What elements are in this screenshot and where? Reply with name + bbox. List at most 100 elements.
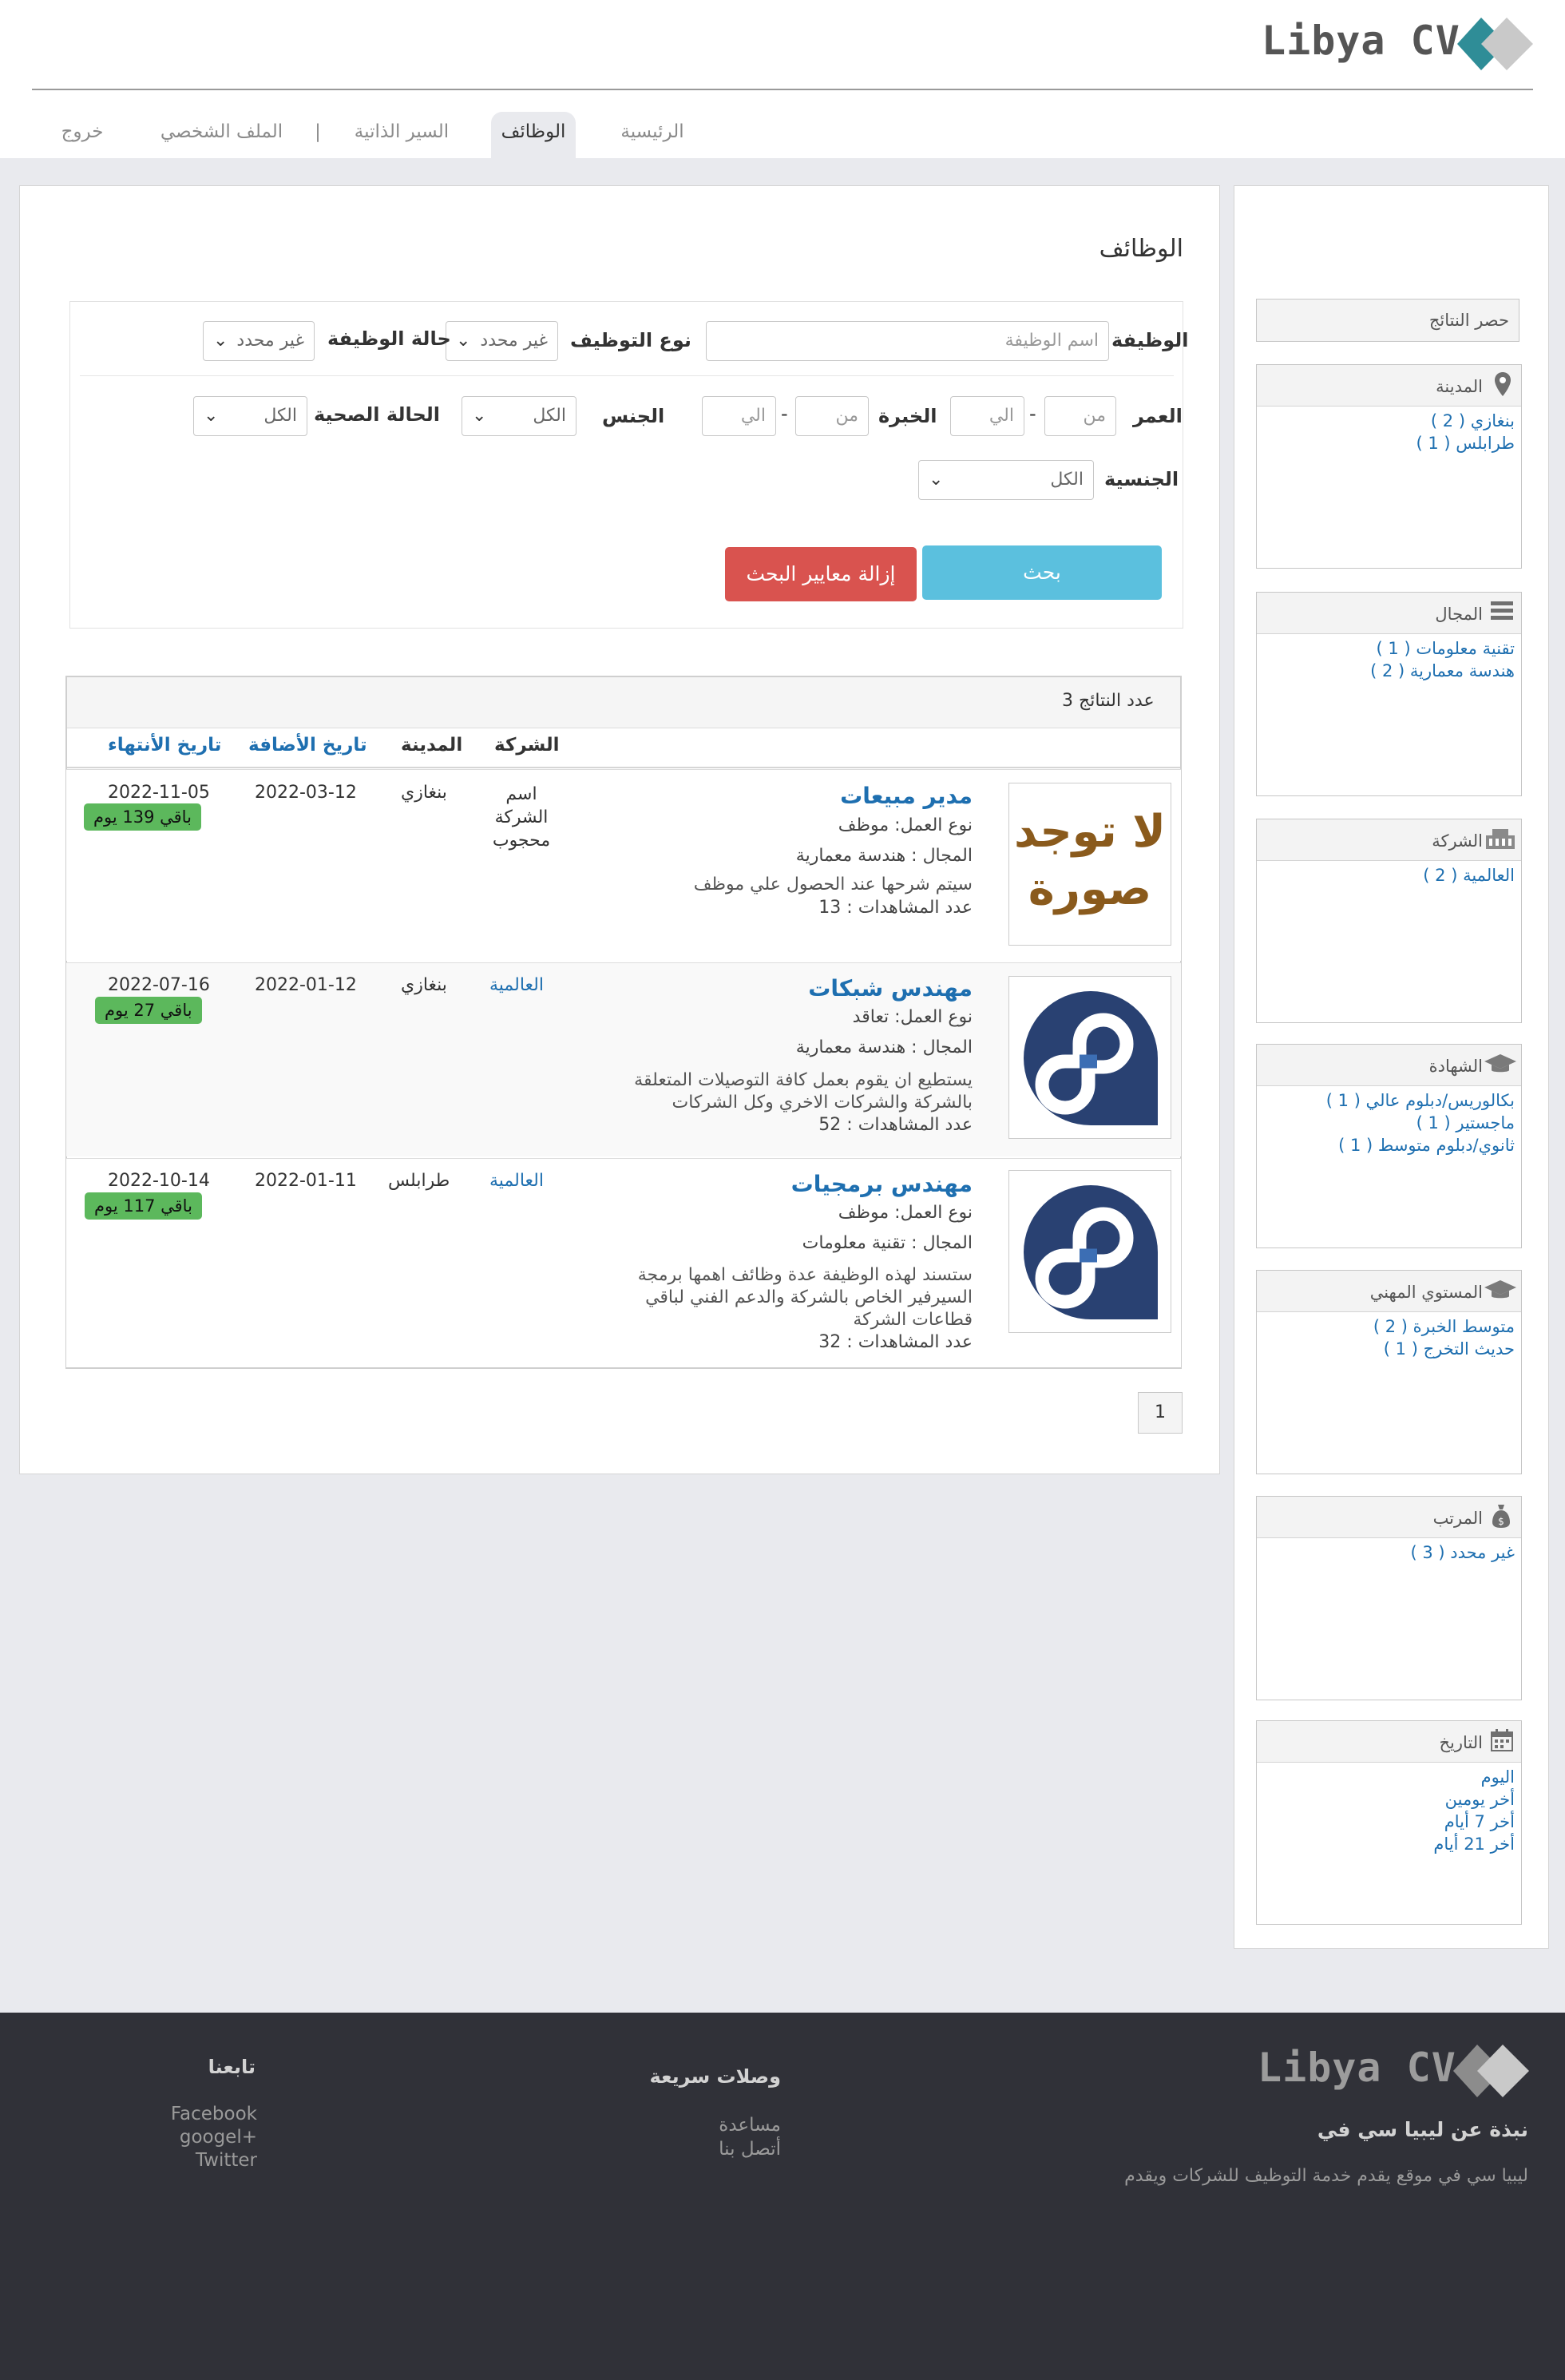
filter-date-item[interactable]: أخر 21 أيام: [1433, 1833, 1515, 1855]
nationality-value: الكل: [1050, 470, 1084, 490]
column-city: المدينة: [401, 735, 463, 756]
footer-quick-links: مساعدة أتصل بنا: [719, 2113, 781, 2161]
nav-jobs[interactable]: الوظائف: [491, 112, 576, 158]
footer-about-title: نبذة عن ليبيا سي في: [1317, 2118, 1528, 2141]
site-logo[interactable]: Libya CV: [1262, 14, 1533, 73]
job-title-link[interactable]: مهندس شبكات: [808, 975, 973, 1002]
building-icon: [1486, 829, 1515, 849]
gender-label: الجنس: [602, 405, 665, 427]
filter-level-item[interactable]: حديث التخرج ( 1 ): [1373, 1338, 1515, 1360]
footer-logo[interactable]: Libya CV: [1258, 2041, 1529, 2100]
job-label: الوظيفة: [1111, 329, 1189, 351]
filter-field-title: المجال: [1435, 605, 1483, 624]
job-field: المجال : تقنية معلومات: [802, 1233, 973, 1253]
footer-link-facebook[interactable]: Facebook: [171, 2103, 257, 2126]
no-image-text: صورة: [1028, 863, 1152, 915]
graduation-cap-icon: [1484, 1280, 1516, 1299]
job-thumbnail[interactable]: [1008, 1170, 1171, 1333]
header-rule: [67, 767, 1180, 768]
filter-degree-item[interactable]: ثانوي/دبلوم متوسط ( 1 ): [1326, 1134, 1515, 1156]
column-expiry-date[interactable]: تاريخ الأنتهاء: [108, 735, 221, 756]
filter-date: التاريخ اليوم أخر يومين أخر 7 أيام أخر 2…: [1256, 1720, 1522, 1925]
job-company-line: محجوب: [492, 831, 551, 851]
nav-home[interactable]: الرئيسية: [608, 112, 696, 158]
filter-title-box: حصر النتائج: [1256, 299, 1519, 342]
age-from-input[interactable]: من: [1044, 396, 1116, 436]
svg-text:$: $: [1498, 1516, 1504, 1527]
list-icon: [1491, 601, 1513, 620]
job-company-link[interactable]: العالمية: [489, 975, 544, 995]
job-status-label: حالة الوظيفة: [327, 327, 451, 350]
experience-to-input[interactable]: الي: [702, 396, 776, 436]
filter-field-header: المجال: [1257, 593, 1521, 634]
job-description-line: السيرفير الخاص بالشركة والدعم الفني لباق…: [645, 1287, 973, 1307]
job-thumbnail[interactable]: [1008, 976, 1171, 1139]
money-bag-icon: $: [1492, 1505, 1510, 1528]
job-views: عدد المشاهدات : 13: [818, 898, 973, 918]
pagination-page-1[interactable]: 1: [1138, 1392, 1183, 1434]
footer-link-help[interactable]: مساعدة: [719, 2113, 781, 2137]
age-dash: -: [1029, 403, 1036, 425]
nav-cvs[interactable]: السير الذاتية: [342, 112, 462, 158]
nav-logout[interactable]: خروج: [54, 112, 110, 158]
filter-level-item[interactable]: متوسط الخبرة ( 2 ): [1373, 1315, 1515, 1338]
job-company-link[interactable]: العالمية: [489, 1171, 544, 1191]
chevron-down-icon: ⌄: [472, 406, 487, 426]
filter-degree-item[interactable]: بكالوريس/دبلوم عالي ( 1 ): [1326, 1089, 1515, 1112]
job-thumbnail[interactable]: لا توجد صورة: [1008, 783, 1171, 946]
age-to-input[interactable]: الي: [950, 396, 1024, 436]
calendar-icon: [1491, 1729, 1513, 1751]
filter-salary-title: المرتب: [1432, 1509, 1483, 1528]
experience-from-input[interactable]: من: [795, 396, 869, 436]
chevron-down-icon: ⌄: [456, 331, 471, 351]
filter-date-item[interactable]: أخر يومين: [1433, 1788, 1515, 1811]
job-description-line: ستسند لهذه الوظيفة عدة وظائف اهمها برمجة: [637, 1265, 973, 1285]
job-views: عدد المشاهدات : 52: [818, 1115, 973, 1135]
job-company: اسم الشركة محجوب: [488, 783, 555, 852]
chevron-down-icon: ⌄: [213, 331, 228, 351]
employment-type-label: نوع التوظيف: [570, 329, 691, 351]
filter-salary-header: المرتب $: [1257, 1497, 1521, 1538]
nav-profile[interactable]: الملف الشخصي: [148, 112, 295, 158]
filter-level: المستوي المهني متوسط الخبرة ( 2 ) حديث ا…: [1256, 1270, 1522, 1474]
filter-date-item[interactable]: أخر 7 أيام: [1433, 1811, 1515, 1833]
job-description-line: يستطيع ان يقوم بعمل كافة التوصيلات المتع…: [634, 1070, 973, 1090]
filter-field-item[interactable]: هندسة معمارية ( 2 ): [1370, 660, 1515, 682]
job-title-input[interactable]: اسم الوظيفة: [706, 321, 1109, 361]
job-description: يستطيع ان يقوم بعمل كافة التوصيلات المتع…: [525, 1069, 973, 1114]
search-button[interactable]: بحث: [922, 545, 1162, 600]
gender-select[interactable]: الكل ⌄: [462, 396, 576, 436]
job-title-link[interactable]: مهندس برمجيات: [791, 1171, 973, 1197]
site-footer: Libya CV نبذة عن ليبيا سي في ليبيا سي في…: [0, 2013, 1565, 2380]
filter-field-item[interactable]: تقنية معلومات ( 1 ): [1370, 637, 1515, 660]
filter-salary-item[interactable]: غير محدد ( 3 ): [1410, 1541, 1515, 1564]
filter-degree-header: الشهادة: [1257, 1045, 1521, 1086]
remaining-days-badge: باقي 117 يوم: [85, 1192, 202, 1220]
health-select[interactable]: الكل ⌄: [193, 396, 307, 436]
filter-degree: الشهادة بكالوريس/دبلوم عالي ( 1 ) ماجستي…: [1256, 1044, 1522, 1248]
nationality-select[interactable]: الكل ⌄: [918, 460, 1094, 500]
job-status-select[interactable]: غير محدد ⌄: [203, 321, 315, 361]
footer-quick-links-title: وصلات سريعة: [649, 2065, 781, 2088]
job-title-link[interactable]: مدير مبيعات: [840, 783, 973, 809]
page-title: الوظائف: [1099, 235, 1183, 263]
footer-follow-links: Facebook googel+ Twitter: [171, 2103, 257, 2172]
filter-city-item[interactable]: طرابلس ( 1 ): [1416, 432, 1515, 454]
job-city: بنغازي: [401, 783, 447, 803]
filter-date-item[interactable]: اليوم: [1433, 1766, 1515, 1788]
filter-company-item[interactable]: العالمية ( 2 ): [1423, 864, 1515, 887]
filter-degree-item[interactable]: ماجستير ( 1 ): [1326, 1112, 1515, 1134]
results-count: عدد النتائج 3: [1062, 691, 1155, 711]
filter-city-item[interactable]: بنغازي ( 2 ): [1416, 410, 1515, 432]
employment-type-select[interactable]: غير محدد ⌄: [446, 321, 558, 361]
footer-link-google[interactable]: googel+: [171, 2126, 257, 2149]
footer-link-twitter[interactable]: Twitter: [171, 2149, 257, 2172]
footer-link-contact[interactable]: أتصل بنا: [719, 2137, 781, 2161]
clear-search-button[interactable]: إزالة معايير البحث: [725, 547, 917, 601]
filter-city: المدينة بنغازي ( 2 ) طرابلس ( 1 ): [1256, 364, 1522, 569]
filter-company: الشركة العالمية ( 2 ): [1256, 819, 1522, 1023]
column-date-added[interactable]: تاريخ الأضافة: [248, 735, 367, 756]
filter-date-title: التاريخ: [1439, 1733, 1483, 1752]
nav-separator: |: [315, 121, 321, 142]
logo-text: Libya CV: [1262, 18, 1460, 64]
